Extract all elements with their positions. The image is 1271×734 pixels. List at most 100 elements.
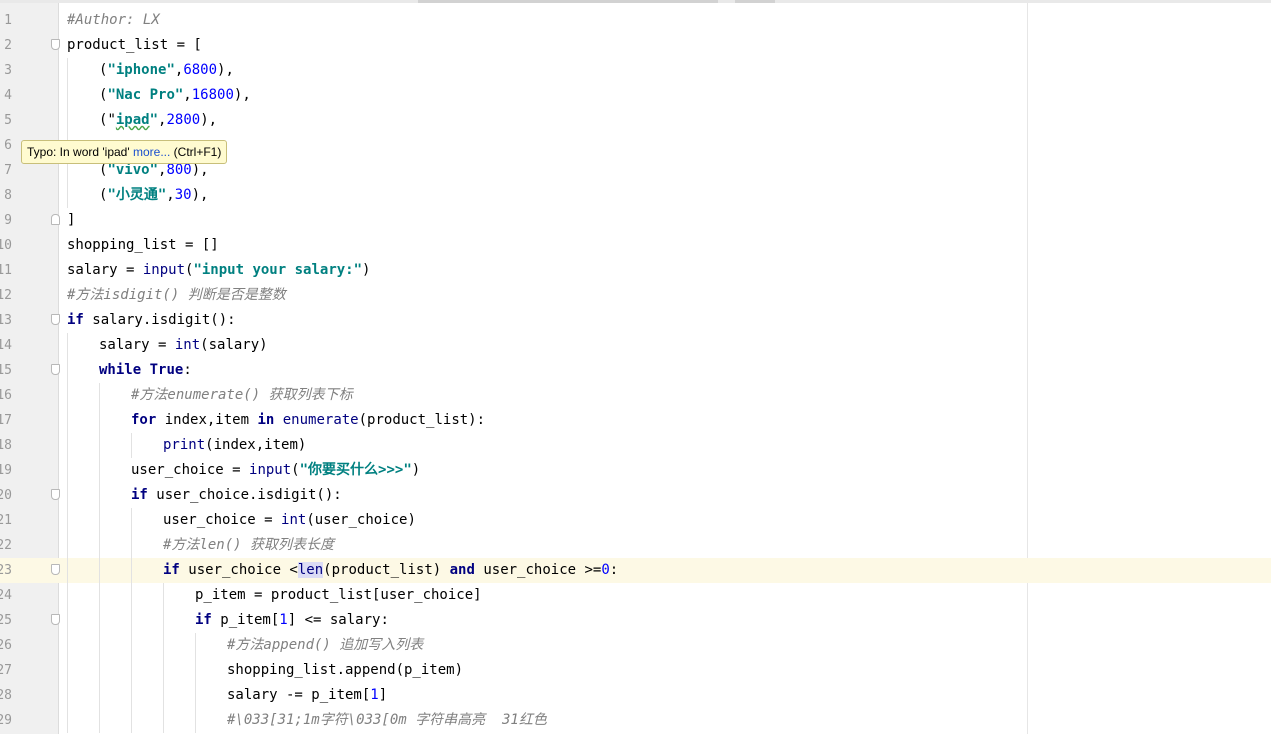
code-token: (user_choice) <box>306 512 416 528</box>
indent-guide <box>131 508 132 533</box>
code-line[interactable]: 26 #方法append() 追加写入列表 <box>0 633 1271 658</box>
code-text: ("Nac Pro",16800), <box>99 83 251 108</box>
fold-toggle-icon[interactable] <box>51 564 60 575</box>
code-token: salary = <box>67 262 143 278</box>
code-token: if <box>67 312 84 328</box>
code-line[interactable]: 22 #方法len() 获取列表长度 <box>0 533 1271 558</box>
code-token: if <box>131 487 148 503</box>
code-line[interactable]: 27 shopping_list.append(p_item) <box>0 658 1271 683</box>
code-line[interactable]: 12 #方法isdigit() 判断是否是整数 <box>0 283 1271 308</box>
code-token: True <box>149 362 184 378</box>
code-token: "小灵通" <box>107 187 167 203</box>
code-line[interactable]: 5 ("ipad",2800), <box>0 108 1271 133</box>
code-text: salary = int(salary) <box>99 333 268 358</box>
code-token: 800 <box>166 162 192 178</box>
code-line[interactable]: 16 #方法enumerate() 获取列表下标 <box>0 383 1271 408</box>
code-text: #方法len() 获取列表长度 <box>163 533 334 558</box>
fold-toggle-icon[interactable] <box>51 614 60 625</box>
indent-guide <box>67 333 68 358</box>
code-line[interactable]: 11 salary = input("input your salary:") <box>0 258 1271 283</box>
indent-guide <box>131 558 132 583</box>
code-token: 30 <box>174 187 192 203</box>
indent-guide <box>163 608 164 633</box>
code-token: user_choice >= <box>474 562 602 578</box>
code-line[interactable]: 3 ("iphone",6800), <box>0 58 1271 83</box>
code-line[interactable]: 14 salary = int(salary) <box>0 333 1271 358</box>
code-line[interactable]: 19 user_choice = input("你要买什么>>>") <box>0 458 1271 483</box>
code-token: product_list = [ <box>67 37 202 53</box>
code-text: p_item = product_list[user_choice] <box>195 583 482 608</box>
code-token: user_choice = <box>131 462 250 478</box>
fold-toggle-icon[interactable] <box>51 364 60 375</box>
line-number: 10 <box>0 238 12 253</box>
line-number: 18 <box>0 438 12 453</box>
indent-guide <box>67 708 68 733</box>
code-line[interactable]: 1 #Author: LX <box>0 8 1271 33</box>
code-token: (product_list): <box>358 412 486 428</box>
code-token: input <box>249 462 292 478</box>
editor-tab-strip <box>0 0 1271 3</box>
code-line[interactable]: 18 print(index,item) <box>0 433 1271 458</box>
indent-guide <box>99 433 100 458</box>
code-line[interactable]: 25 if p_item[1] <= salary: <box>0 608 1271 633</box>
code-token: ), <box>233 87 251 103</box>
line-number: 19 <box>0 463 12 478</box>
code-line[interactable]: 24 p_item = product_list[user_choice] <box>0 583 1271 608</box>
code-line[interactable]: 13 if salary.isdigit(): <box>0 308 1271 333</box>
code-token: : <box>183 362 192 378</box>
line-number: 17 <box>0 413 12 428</box>
line-number: 15 <box>0 363 12 378</box>
indent-guide <box>67 358 68 383</box>
tooltip-more-link[interactable]: more... <box>133 145 170 159</box>
code-token: 1 <box>279 612 288 628</box>
code-token: int <box>174 337 201 353</box>
code-token: in <box>257 412 275 428</box>
code-token: if <box>195 612 212 628</box>
code-token: " <box>149 112 159 128</box>
indent-guide <box>163 708 164 733</box>
code-token: 16800 <box>191 87 234 103</box>
fold-toggle-icon[interactable] <box>51 489 60 500</box>
line-number: 20 <box>0 488 12 503</box>
code-line[interactable]: 2 product_list = [ <box>0 33 1271 58</box>
code-text: salary = input("input your salary:") <box>67 258 370 283</box>
code-line[interactable]: 17 for index,item in enumerate(product_li… <box>0 408 1271 433</box>
code-line[interactable]: 20 if user_choice.isdigit(): <box>0 483 1271 508</box>
code-token: salary = <box>99 337 175 353</box>
fold-end-icon[interactable] <box>51 214 60 225</box>
code-token: salary.isdigit(): <box>83 312 236 328</box>
line-number: 7 <box>4 163 12 178</box>
code-line[interactable]: 21 user_choice = int(user_choice) <box>0 508 1271 533</box>
indent-guide <box>67 508 68 533</box>
code-line[interactable]: 4 ("Nac Pro",16800), <box>0 83 1271 108</box>
indent-guide <box>99 658 100 683</box>
code-token: #方法isdigit() 判断是否是整数 <box>67 287 286 303</box>
indent-guide <box>67 458 68 483</box>
code-line[interactable]: 10 shopping_list = [] <box>0 233 1271 258</box>
code-token: user_choice.isdigit(): <box>147 487 342 503</box>
line-number: 22 <box>0 538 12 553</box>
code-token: index,item <box>156 412 258 428</box>
fold-toggle-icon[interactable] <box>51 39 60 50</box>
line-number: 13 <box>0 313 12 328</box>
fold-toggle-icon[interactable] <box>51 314 60 325</box>
code-line[interactable]: 23 if user_choice <len(product_list) and … <box>0 558 1271 583</box>
code-text: #Author: LX <box>67 8 160 33</box>
indent-guide <box>195 683 196 708</box>
code-token: " <box>107 112 116 128</box>
line-number: 11 <box>0 263 12 278</box>
code-token: ] <= salary: <box>287 612 389 628</box>
line-number: 21 <box>0 513 12 528</box>
line-number: 29 <box>0 713 12 728</box>
code-text: shopping_list.append(p_item) <box>227 658 463 683</box>
code-line[interactable]: 28 salary -= p_item[1] <box>0 683 1271 708</box>
code-line[interactable]: 8 ("小灵通",30), <box>0 183 1271 208</box>
code-token: 1 <box>370 687 379 703</box>
code-line[interactable]: 15 while True: <box>0 358 1271 383</box>
code-line[interactable]: 9] <box>0 208 1271 233</box>
code-editor[interactable]: 1 #Author: LX 2 product_list = [3 ("iphone",… <box>0 8 1271 733</box>
code-token: while <box>99 362 142 378</box>
code-line[interactable]: 29 #\033[31;1m字符\033[0m 字符串高亮 31红色 <box>0 708 1271 733</box>
indent-guide <box>67 658 68 683</box>
indent-guide <box>67 183 68 208</box>
